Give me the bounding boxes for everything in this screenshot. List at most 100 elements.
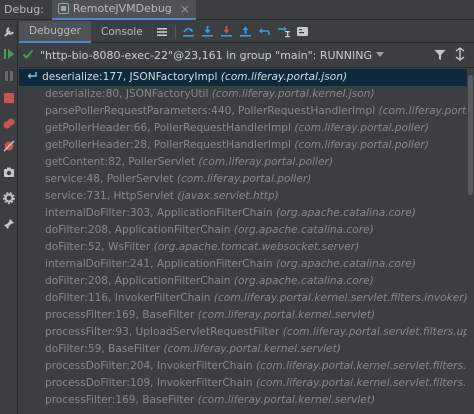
frame-method: internalDoFilter:241, ApplicationFilterC…: [45, 258, 273, 270]
stack-frames-list: deserialize:177, JSONFactoryImpl (com.li…: [19, 69, 467, 414]
stack-frame[interactable]: doFilter:52, WsFilter (org.apache.tomcat…: [19, 239, 467, 256]
frame-package: (org.apache.catalina.core): [233, 275, 374, 287]
frame-method: processFilter:93, UploadServletRequestFi…: [45, 326, 280, 338]
frame-package: (com.liferay.portal.kernel.json): [211, 88, 375, 100]
stack-frame[interactable]: doFilter:116, InvokerFilterChain (com.li…: [19, 290, 467, 307]
frame-method: internalDoFilter:303, ApplicationFilterC…: [45, 207, 273, 219]
frame-method: deserialize:80, JSONFactoryUtil: [45, 88, 209, 100]
pin-icon[interactable]: [2, 217, 16, 231]
stack-frame[interactable]: internalDoFilter:241, ApplicationFilterC…: [19, 256, 467, 273]
frame-method: getPollerHeader:28, PollerRequestHandler…: [45, 139, 291, 151]
frame-method: doFilter:116, InvokerFilterChain: [45, 292, 211, 304]
stack-frame[interactable]: processFilter:169, BaseFilter (com.lifer…: [19, 392, 467, 409]
step-out-icon[interactable]: [237, 24, 254, 40]
filter-icon[interactable]: [434, 49, 446, 65]
frame-package: (com.liferay.portal.poller): [176, 173, 312, 185]
stack-frame[interactable]: processFilter:169, BaseFilter (com.lifer…: [19, 307, 467, 324]
frame-package: (com.liferay.portal.kernel.servlet.filte…: [256, 360, 467, 372]
frame-method: deserialize:177, JSONFactoryImpl: [42, 71, 218, 83]
mute-breakpoints-icon[interactable]: [2, 139, 16, 153]
frame-method: getContent:82, PollerServlet: [45, 156, 196, 168]
frame-package: (com.liferay.portal.kernel.servlet.filte…: [256, 377, 467, 389]
stack-frame[interactable]: processDoFilter:109, InvokerFilterChain …: [19, 375, 467, 392]
close-icon[interactable]: ×: [180, 2, 190, 16]
frame-method: doFilter:59, BaseFilter: [45, 343, 161, 355]
frame-method: processFilter:169, BaseFilter: [45, 309, 195, 321]
frame-package: (org.apache.catalina.core): [275, 258, 416, 270]
stack-frame[interactable]: getContent:82, PollerServlet (com.lifera…: [19, 154, 467, 171]
stop-icon[interactable]: [2, 91, 16, 105]
toolbar-separator: [174, 24, 176, 39]
tab-console-label: Console: [100, 25, 143, 38]
wrench-icon[interactable]: [2, 25, 16, 39]
checkmark-icon: [22, 48, 34, 64]
debug-titlebar: Debug: RemoteJVMDebug ×: [0, 0, 474, 20]
force-step-into-icon[interactable]: [218, 24, 235, 40]
frame-method: doFilter:208, ApplicationFilterChain: [45, 224, 231, 236]
frame-method: doFilter:208, ApplicationFilterChain: [45, 275, 231, 287]
debug-label: Debug:: [4, 3, 44, 16]
frame-method: parsePollerRequestParameters:440, Poller…: [45, 105, 376, 117]
frame-package: (org.apache.catalina.core): [275, 207, 416, 219]
drop-frame-icon[interactable]: [256, 24, 273, 40]
tab-console[interactable]: Console: [91, 21, 153, 43]
menu-icon[interactable]: [154, 24, 171, 40]
frame-method: service:48, PollerServlet: [45, 173, 174, 185]
frame-package: (com.liferay.portal.poller): [294, 139, 429, 151]
stack-frame[interactable]: internalDoFilter:303, ApplicationFilterC…: [19, 205, 467, 222]
step-into-icon[interactable]: [199, 24, 216, 40]
stack-frame[interactable]: service:48, PollerServlet (com.liferay.p…: [19, 171, 467, 188]
frame-package: (com.liferay.portal.kernel.servlet): [163, 343, 341, 355]
stack-frame[interactable]: processFilter:93, UploadServletRequestFi…: [19, 324, 467, 341]
frame-method: doFilter:52, WsFilter: [45, 241, 151, 253]
stack-frame[interactable]: getPollerHeader:66, PollerRequestHandler…: [19, 120, 467, 137]
run-to-cursor-icon[interactable]: [275, 24, 292, 40]
stack-frame[interactable]: service:731, HttpServlet (javax.servlet.…: [19, 188, 467, 205]
stack-frame[interactable]: doFilter:208, ApplicationFilterChain (or…: [19, 273, 467, 290]
view-breakpoints-icon[interactable]: [2, 117, 16, 131]
frame-method: processFilter:169, BaseFilter: [45, 394, 195, 406]
frame-package: (com.liferay.portal.kernel.servlet): [197, 394, 376, 406]
stack-frame[interactable]: doFilter:208, ApplicationFilterChain (or…: [19, 222, 467, 239]
tab-debugger-label: Debugger: [29, 24, 81, 37]
camera-icon[interactable]: [2, 165, 16, 179]
return-arrow-icon: [27, 71, 37, 83]
tab-label: RemoteJVMDebug: [72, 2, 172, 15]
frame-package: (javax.servlet.http): [177, 190, 279, 202]
stack-frame-selected[interactable]: deserialize:177, JSONFactoryImpl (com.li…: [19, 69, 467, 86]
tab-debugger[interactable]: Debugger: [19, 20, 91, 43]
evaluate-icon[interactable]: [294, 24, 311, 40]
thread-label: "http-bio-8080-exec-22"@23,161 in group …: [40, 49, 373, 62]
chevron-down-icon[interactable]: [376, 51, 385, 61]
tab-remote-jvm-debug[interactable]: RemoteJVMDebug ×: [51, 0, 196, 20]
stack-frame[interactable]: getPollerHeader:28, PollerRequestHandler…: [19, 137, 467, 154]
frame-method: processDoFilter:109, InvokerFilterChain: [45, 377, 253, 389]
frame-package: (com.liferay.portal.poller): [294, 122, 429, 134]
settings-icon[interactable]: [2, 191, 16, 205]
thread-selector[interactable]: "http-bio-8080-exec-22"@23,161 in group …: [19, 44, 474, 68]
step-over-icon[interactable]: [180, 24, 197, 40]
stack-frame[interactable]: parsePollerRequestParameters:440, Poller…: [19, 103, 467, 120]
stack-frame[interactable]: deserialize:80, JSONFactoryUtil (com.lif…: [19, 86, 467, 103]
frame-package: (com.liferay.portal.kernel.servlet.filte…: [213, 292, 467, 304]
frame-package: (org.apache.tomcat.websocket.server): [153, 241, 360, 253]
frame-package: (com.liferay.portal.kernel.servlet): [197, 309, 376, 321]
left-action-toolbar: [0, 21, 18, 414]
frame-method: getPollerHeader:66, PollerRequestHandler…: [45, 122, 291, 134]
stack-frame[interactable]: doFilter:59, BaseFilter (com.liferay.por…: [19, 341, 467, 358]
stack-frame[interactable]: processDoFilter:204, InvokerFilterChain …: [19, 358, 467, 375]
remote-debug-icon: [57, 3, 69, 14]
pause-icon[interactable]: [2, 69, 16, 83]
frame-package: (org.apache.catalina.core): [233, 224, 374, 236]
scrollbar-thumb[interactable]: [468, 75, 473, 195]
frame-package: (com.liferay.portal.poller): [378, 105, 467, 117]
debugger-toolbar: Debugger Console: [19, 20, 474, 43]
frame-method: service:731, HttpServlet: [45, 190, 174, 202]
frame-package: (com.liferay.portal.poller): [198, 156, 333, 168]
resume-icon[interactable]: [2, 47, 16, 61]
expand-icon[interactable]: [454, 47, 466, 65]
frame-package: (com.liferay.portal.json): [220, 71, 348, 83]
frame-method: processDoFilter:204, InvokerFilterChain: [45, 360, 253, 372]
frames-scrollbar[interactable]: [467, 69, 474, 414]
frame-package: (com.liferay.portal.servlet.filters.uplo…: [282, 326, 467, 338]
